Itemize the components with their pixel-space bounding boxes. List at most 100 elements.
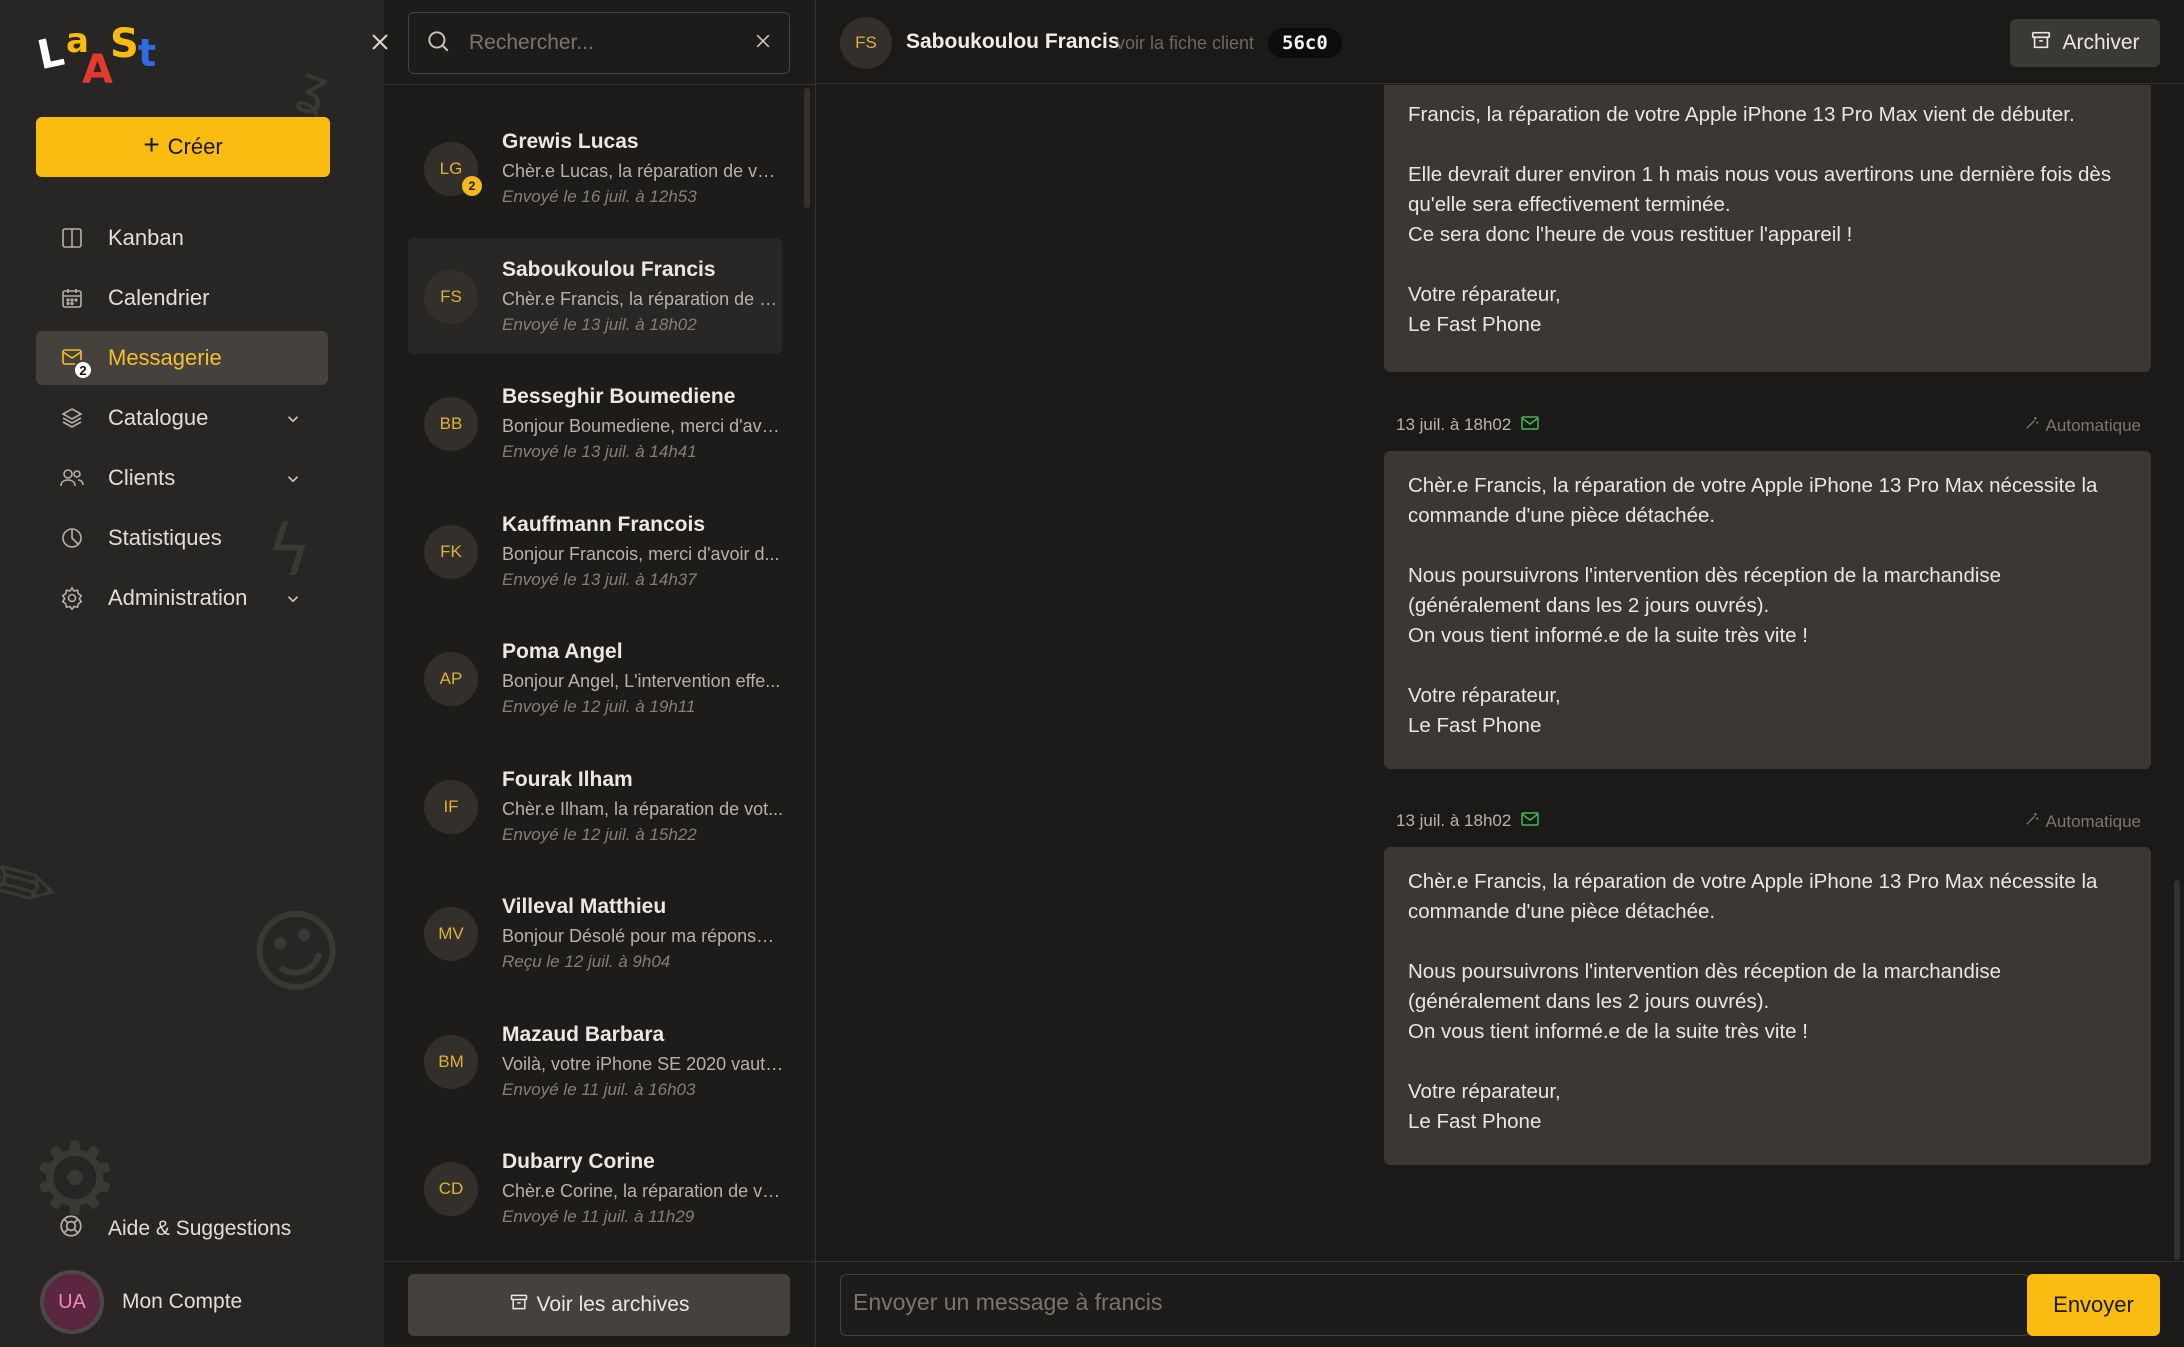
help-label: Aide & Suggestions	[108, 1217, 292, 1240]
archive-icon	[2030, 29, 2052, 57]
message-input[interactable]	[840, 1274, 2030, 1336]
nav-label: Messagerie	[108, 345, 222, 370]
close-icon[interactable]	[366, 28, 396, 58]
nav-item-clients[interactable]: Clients	[36, 451, 328, 505]
client-name: Saboukoulou Francis	[906, 30, 1120, 53]
conversation-name: Mazaud Barbara	[502, 1022, 665, 1046]
conversation-item[interactable]: CD Dubarry Corine Chèr.e Corine, la répa…	[408, 1130, 784, 1246]
help-suggestions-link[interactable]: Aide & Suggestions	[58, 1213, 291, 1245]
conversation-item[interactable]: MV Villeval Matthieu Bonjour Désolé pour…	[408, 875, 784, 991]
avatar: LG 2	[424, 142, 482, 196]
conversation-preview: Chèr.e Lucas, la réparation de vot...	[502, 161, 784, 181]
magic-wand-icon	[2024, 811, 2040, 832]
conversation-name: Poma Angel	[502, 640, 623, 663]
archive-button[interactable]: Archiver	[2010, 19, 2160, 67]
chevron-down-icon	[284, 588, 302, 614]
nav-item-catalogue[interactable]: Catalogue	[36, 391, 328, 445]
conversation-preview: Chèr.e Ilham, la réparation de vot...	[502, 798, 784, 819]
divider	[816, 1261, 2184, 1262]
nav-label: Administration	[108, 585, 248, 610]
message-meta: 13 juil. à 18h02 Automatique	[1396, 811, 2151, 835]
avatar: MV	[424, 907, 478, 961]
conversation-name: Besseghir Boumediene	[502, 385, 736, 408]
mail-icon	[1521, 811, 1540, 831]
conversation-item[interactable]: LG 2 Grewis Lucas Chèr.e Lucas, la répara…	[408, 110, 784, 226]
conversation-date: Envoyé le 11 juil. à 16h03	[502, 1079, 696, 1099]
account-link[interactable]: UA Mon Compte	[40, 1270, 242, 1334]
avatar: FK	[424, 524, 478, 579]
messages-badge: 2	[73, 360, 93, 380]
magic-wand-icon	[2024, 415, 2040, 436]
clear-search-icon[interactable]	[753, 31, 773, 56]
nav-item-calendar[interactable]: Calendrier	[36, 271, 328, 325]
automatic-tag: Automatique	[2024, 415, 2141, 436]
avatar: BM	[424, 1034, 478, 1089]
message-date: 13 juil. à 18h02	[1396, 811, 1540, 831]
nav-label: Statistiques	[108, 525, 222, 550]
conversation-preview: Chèr.e Corine, la réparation de vo...	[502, 1181, 784, 1201]
search-input[interactable]	[469, 31, 753, 55]
conversation-list: LG 2 Grewis Lucas Chèr.e Lucas, la répara…	[408, 110, 784, 1258]
chevron-down-icon	[284, 468, 302, 494]
conversation-date: Envoyé le 12 juil. à 19h11	[502, 697, 696, 716]
chat-header: FS Saboukoulou Francis voir la fiche cli…	[816, 0, 2184, 84]
archive-icon	[509, 1292, 529, 1318]
message-bubble: Francis, la réparation de votre Apple iP…	[1384, 85, 2151, 372]
pie-chart-icon	[58, 524, 86, 552]
chevron-down-icon	[284, 408, 302, 434]
nav-label: Kanban	[108, 225, 184, 250]
avatar: IF	[424, 779, 478, 834]
phone-face-doodle-icon: ☺	[234, 887, 359, 1018]
conversation-preview: Chèr.e Francis, la réparation de vo...	[502, 288, 784, 309]
scrollbar[interactable]	[2174, 880, 2180, 1260]
conversation-date: Envoyé le 13 juil. à 14h41	[502, 442, 697, 461]
conversation-preview: Bonjour Boumediene, merci d'avo...	[502, 416, 784, 436]
avatar: FS	[840, 17, 892, 69]
lifebuoy-icon	[58, 1213, 84, 1245]
conversation-item[interactable]: FK Kauffmann Francois Bonjour Francois, …	[408, 493, 782, 609]
conversation-panel: LG2 Grewis Lucas Chèr.e Lucas, la répara…	[384, 0, 816, 1347]
search-icon	[425, 28, 451, 59]
view-client-link[interactable]: voir la fiche client	[1116, 33, 1254, 54]
search-box	[408, 12, 790, 74]
app-logo[interactable]: L a A S t	[33, 20, 168, 90]
message-meta: 13 juil. à 18h02 Automatique	[1396, 415, 2151, 439]
message-text: Chèr.e Francis, la réparation de votre A…	[1408, 870, 2098, 1133]
layers-icon	[58, 404, 86, 432]
message-thread: Francis, la réparation de votre Apple iP…	[816, 85, 2176, 1261]
nav-item-administration[interactable]: Administration	[36, 571, 328, 625]
create-button-label: Créer	[167, 134, 223, 159]
view-archives-button[interactable]: Voir les archives	[408, 1274, 790, 1336]
nav-item-kanban[interactable]: Kanban	[36, 211, 328, 265]
nav-item-statistics[interactable]: Statistiques	[36, 511, 328, 565]
conversation-item[interactable]: BB Besseghir Boumediene Bonjour Boumedie…	[408, 365, 784, 481]
conversation-preview: Voilà, votre iPhone SE 2020 vaut e...	[502, 1053, 784, 1074]
automatic-label: Automatique	[2045, 811, 2141, 831]
avatar: BB	[424, 397, 478, 451]
message-date-text: 13 juil. à 18h02	[1396, 811, 1512, 830]
scrollbar[interactable]	[804, 88, 810, 208]
conversation-name: Kauffmann Francois	[502, 512, 706, 536]
conversation-item[interactable]: BM Mazaud Barbara Voilà, votre iPhone SE…	[408, 1003, 784, 1119]
gear-icon	[58, 584, 86, 612]
conversation-date: Envoyé le 13 juil. à 14h37	[502, 569, 697, 589]
calendar-icon	[58, 284, 86, 312]
repair-code-badge: 56c0	[1268, 28, 1342, 58]
unread-badge: 2	[462, 176, 482, 196]
account-label: Mon Compte	[122, 1290, 243, 1313]
conversation-name: Villeval Matthieu	[502, 895, 667, 918]
avatar: FS	[424, 269, 478, 324]
send-button[interactable]: Envoyer	[2027, 1274, 2160, 1336]
message-bubble: Chèr.e Francis, la réparation de votre A…	[1384, 847, 2151, 1165]
conversation-item[interactable]: FS Saboukoulou Francis Chèr.e Francis, l…	[408, 237, 784, 354]
plus-icon: +	[143, 129, 160, 160]
sidebar: ʓ ϟ ✎ ☺ ⚙ L a A S t + Créer Kanban Calen…	[0, 0, 384, 1347]
conversation-item[interactable]: IF Fourak Ilham Chèr.e Ilham, la réparat…	[408, 748, 784, 864]
create-button[interactable]: + Créer	[36, 117, 330, 177]
divider	[384, 1261, 816, 1262]
conversation-name: Saboukoulou Francis	[502, 257, 716, 281]
conversation-item[interactable]: AP Poma Angel Bonjour Angel, L'intervent…	[408, 620, 782, 736]
archive-label: Archiver	[2062, 31, 2140, 54]
main-nav: Kanban Calendrier 2 Messagerie Catalogue	[36, 211, 328, 631]
nav-item-messages[interactable]: 2 Messagerie	[36, 331, 328, 385]
